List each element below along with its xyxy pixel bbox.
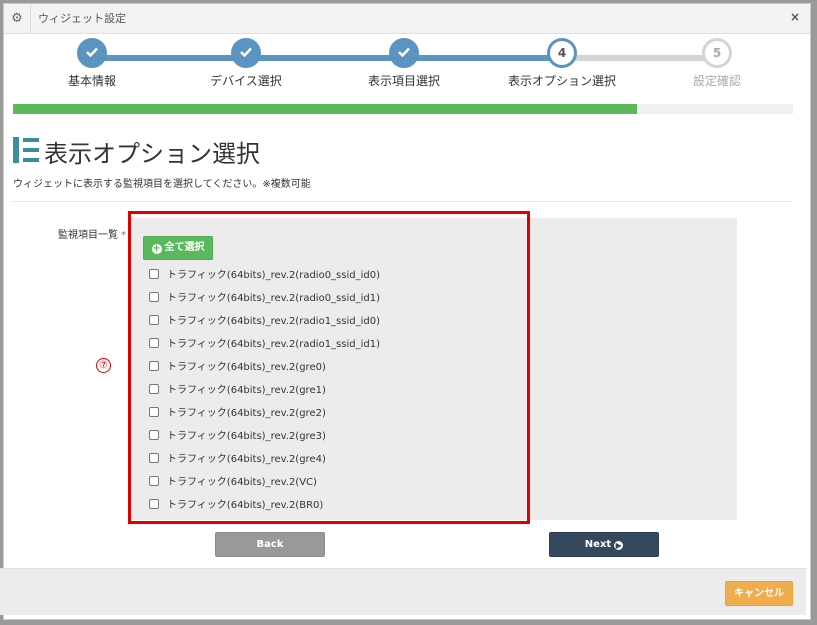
cancel-button[interactable]: キャンセル bbox=[725, 581, 793, 606]
dialog-titlebar: ⚙ ウィジェット設定 bbox=[4, 4, 810, 34]
wizard-step-3 bbox=[389, 38, 419, 68]
progress-bar bbox=[13, 104, 793, 114]
item-checkbox[interactable] bbox=[149, 292, 159, 302]
wizard-step-4: 4 bbox=[547, 38, 577, 68]
annotation-marker: ⑦ bbox=[96, 358, 111, 373]
checkmark-icon bbox=[240, 47, 252, 58]
gear-icon: ⚙ bbox=[4, 4, 31, 33]
wizard-step-label: 表示項目選択 bbox=[367, 74, 440, 88]
field-label-text: 監視項目一覧 bbox=[58, 230, 118, 241]
plus-circle-icon: + bbox=[151, 243, 162, 254]
wizard-step-1 bbox=[77, 38, 107, 68]
item-checkbox[interactable] bbox=[149, 338, 159, 348]
item-label: トラフィック(64bits)_rev.2(radio1_ssid_id1) bbox=[167, 339, 380, 350]
step-number: 5 bbox=[712, 46, 722, 60]
item-checkbox[interactable] bbox=[149, 499, 159, 509]
wizard-step-2 bbox=[231, 38, 261, 68]
step-number: 4 bbox=[557, 46, 567, 60]
item-label: トラフィック(64bits)_rev.2(radio0_ssid_id0) bbox=[167, 270, 380, 281]
dialog-title: ウィジェット設定 bbox=[38, 12, 126, 25]
item-label: トラフィック(64bits)_rev.2(radio1_ssid_id0) bbox=[167, 316, 380, 327]
required-mark: * bbox=[121, 230, 126, 241]
item-checkbox[interactable] bbox=[149, 315, 159, 325]
item-label: トラフィック(64bits)_rev.2(gre1) bbox=[167, 385, 326, 396]
next-label: Next bbox=[584, 539, 612, 550]
checkmark-icon bbox=[86, 47, 98, 58]
stepper-line-pending bbox=[562, 55, 717, 61]
item-label: トラフィック(64bits)_rev.2(gre2) bbox=[167, 408, 326, 419]
item-checkbox[interactable] bbox=[149, 269, 159, 279]
item-checkbox[interactable] bbox=[149, 476, 159, 486]
page-description: ウィジェットに表示する監視項目を選択してください。※複数可能 bbox=[13, 179, 311, 190]
item-label: トラフィック(64bits)_rev.2(BR0) bbox=[167, 500, 324, 511]
select-all-label: 全て選択 bbox=[164, 242, 205, 253]
divider bbox=[13, 201, 793, 202]
wizard-step-5: 5 bbox=[702, 38, 732, 68]
list-icon bbox=[13, 137, 39, 163]
item-label: トラフィック(64bits)_rev.2(radio0_ssid_id1) bbox=[167, 293, 380, 304]
back-button[interactable]: Back bbox=[215, 532, 325, 557]
stepper-line-complete bbox=[92, 55, 562, 61]
item-label: トラフィック(64bits)_rev.2(gre4) bbox=[167, 454, 326, 465]
select-all-button[interactable]: + 全て選択 bbox=[143, 236, 213, 260]
item-label: トラフィック(64bits)_rev.2(gre3) bbox=[167, 431, 326, 442]
next-button[interactable]: Next ▶ bbox=[549, 532, 659, 557]
item-label: トラフィック(64bits)_rev.2(gre0) bbox=[167, 362, 326, 373]
close-icon[interactable] bbox=[790, 4, 800, 30]
wizard-step-label: 表示オプション選択 bbox=[507, 74, 616, 88]
item-checkbox[interactable] bbox=[149, 384, 159, 394]
item-checkbox[interactable] bbox=[149, 430, 159, 440]
checkmark-icon bbox=[398, 47, 410, 58]
progress-bar-fill bbox=[13, 104, 637, 114]
item-checkbox[interactable] bbox=[149, 361, 159, 371]
item-checkbox[interactable] bbox=[149, 453, 159, 463]
dialog-footer bbox=[0, 568, 806, 615]
arrow-right-icon: ▶ bbox=[614, 541, 624, 550]
field-label: 監視項目一覧 * bbox=[58, 226, 126, 241]
item-label: トラフィック(64bits)_rev.2(VC) bbox=[167, 477, 317, 488]
wizard-step-label: デバイス選択 bbox=[210, 74, 282, 88]
wizard-step-label: 設定確認 bbox=[692, 74, 741, 88]
page-title: 表示オプション選択 bbox=[44, 140, 260, 168]
wizard-step-label: 基本情報 bbox=[67, 74, 116, 88]
item-checkbox[interactable] bbox=[149, 407, 159, 417]
